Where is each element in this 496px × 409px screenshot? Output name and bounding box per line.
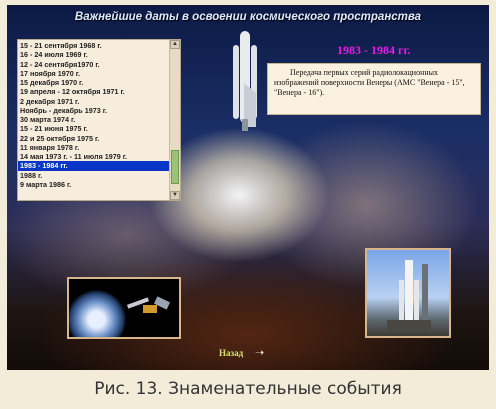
shuttle-image [233,31,257,131]
rocket-icon [387,260,431,330]
event-description-box: Передача первых серий радиолокационных и… [267,63,481,115]
date-list-item[interactable]: 17 ноября 1970 г. [18,69,170,78]
app-scene: Важнейшие даты в освоении космического п… [7,5,489,370]
date-list-item[interactable]: 19 апреля - 12 октября 1971 г. [18,87,170,96]
date-list-item[interactable]: 22 и 25 октября 1975 г. [18,134,170,143]
date-list-item[interactable]: 1983 - 1984 гг. [18,161,170,171]
scroll-up-button[interactable]: ▲ [170,40,180,49]
back-arrow-icon[interactable]: ➝ [255,348,264,359]
date-list-item[interactable]: 30 марта 1974 г. [18,115,170,124]
period-heading: 1983 - 1984 гг. [337,43,411,57]
scroll-thumb[interactable] [171,150,179,184]
date-list-item[interactable]: 11 января 1978 г. [18,143,170,152]
page-title: Важнейшие даты в освоении космического п… [74,11,422,23]
satellite-photo [67,277,181,339]
satellite-icon [126,296,171,313]
date-list-item[interactable]: 16 - 24 июля 1969 г. [18,50,170,59]
dates-list: 15 - 21 сентября 1968 г. 16 - 24 июля 196… [18,40,170,189]
date-list-item[interactable]: Ноябрь - декабрь 1973 г. [18,106,170,115]
date-list-item[interactable]: 1988 г. [18,171,170,180]
list-scrollbar[interactable]: ▲ ▼ [169,40,180,200]
date-list-item[interactable]: 9 марта 1986 г. [18,180,170,189]
rocket-on-pad-photo [365,248,451,338]
date-list-item[interactable]: 14 мая 1973 г. - 11 июля 1979 г. [18,152,170,161]
event-description: Передача первых серий радиолокационных и… [274,68,465,97]
date-list-item[interactable]: 15 - 21 июня 1975 г. [18,124,170,133]
scroll-down-button[interactable]: ▼ [170,191,180,200]
figure-caption: Рис. 13. Знаменательные события [0,370,496,409]
back-link[interactable]: Назад [219,348,243,358]
dates-listbox[interactable]: 15 - 21 сентября 1968 г. 16 - 24 июля 196… [17,39,181,201]
date-list-item[interactable]: 12 - 24 сентября1970 г. [18,60,170,69]
date-list-item[interactable]: 2 декабря 1971 г. [18,97,170,106]
date-list-item[interactable]: 15 - 21 сентября 1968 г. [18,41,170,50]
date-list-item[interactable]: 15 декабря 1970 г. [18,78,170,87]
